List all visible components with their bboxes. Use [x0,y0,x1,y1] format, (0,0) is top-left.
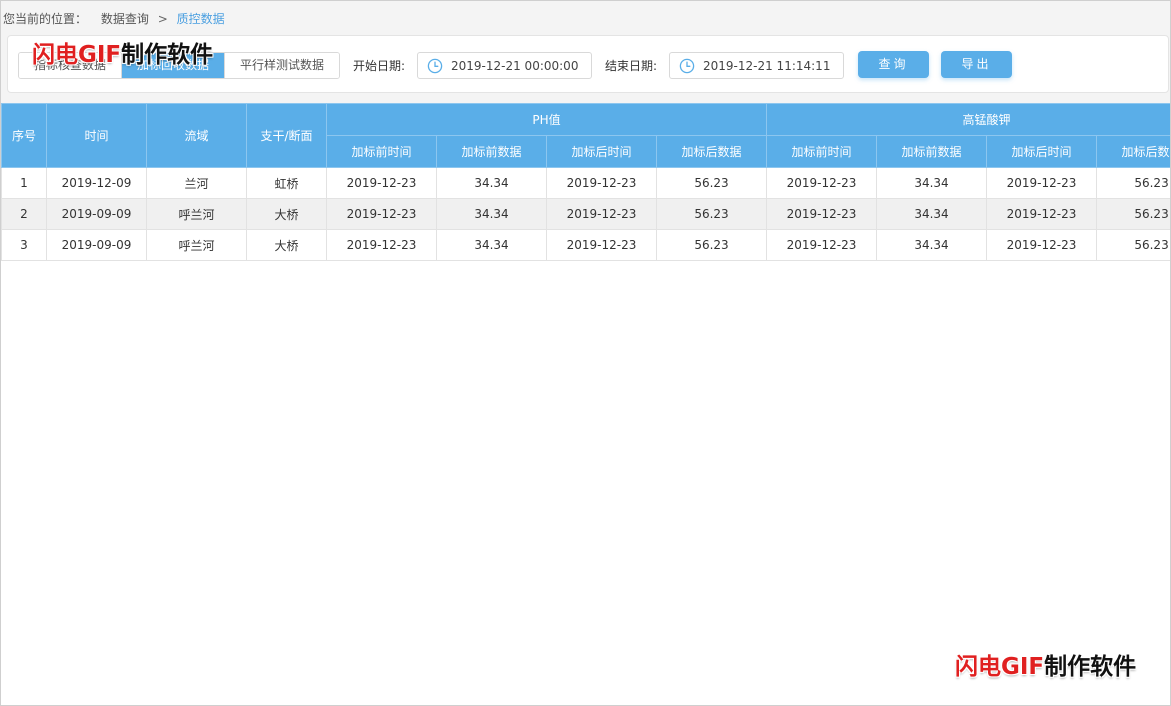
column-header-time: 时间 [46,103,147,168]
table-cell: 34.34 [876,229,988,261]
table-cell: 2019-09-09 [46,198,147,230]
table-cell: 2019-12-23 [986,229,1098,261]
app-frame: 您当前的位置： 数据查询 > 质控数据 指标核查数据 加标回收数据 平行样测试数… [0,0,1171,706]
table-cell: 3 [1,229,47,261]
column-group-kmno4: 高锰酸钾 [766,103,1170,136]
table-row[interactable]: 2 2019-09-09 呼兰河 大桥 2019-12-23 34.34 201… [1,198,1170,230]
clock-icon [427,58,443,73]
table-cell: 2019-12-23 [546,229,657,261]
table-row[interactable]: 1 2019-12-09 兰河 虹桥 2019-12-23 34.34 2019… [1,167,1170,199]
export-button[interactable]: 导出 [941,51,1012,78]
table-cell: 2019-12-23 [766,198,878,230]
watermark-brand: 闪电GIF [955,654,1045,680]
column-header-ph-after-time: 加标后时间 [546,135,657,168]
table-cell: 2 [1,198,47,230]
watermark-text: 制作软件 [121,42,214,68]
table-cell: 2019-09-09 [46,229,147,261]
table-cell: 2019-12-23 [766,167,878,199]
table-cell: 2019-12-23 [326,167,437,199]
column-group-ph: PH值 [325,103,768,136]
data-table: 序号 时间 流域 支干/断面 PH值 高锰酸钾 加标前时间 加标前数据 加标后时… [1,103,1170,261]
table-cell: 34.34 [876,167,988,199]
column-header-index: 序号 [1,103,47,168]
table-cell: 34.34 [436,198,547,230]
table-cell: 虹桥 [246,167,327,199]
table-cell: 1 [1,167,47,199]
table-cell: 34.34 [876,198,988,230]
table-cell: 56.23 [655,229,768,261]
watermark-brand: 闪电GIF [32,42,122,68]
clock-icon [679,58,695,73]
column-header-kmno4-before-data: 加标前数据 [876,135,988,168]
end-date-value: 2019-12-21 11:14:11 [703,58,831,73]
table-cell: 2019-12-23 [326,229,437,261]
table-cell: 兰河 [146,167,247,199]
breadcrumb-prefix: 您当前的位置： [3,12,88,26]
column-header-ph-after-data: 加标后数据 [655,135,768,168]
table-cell: 2019-12-09 [46,167,147,199]
end-date-input[interactable]: 2019-12-21 11:14:11 [669,52,844,79]
table-cell: 2019-12-23 [986,167,1098,199]
tab-parallel-sample[interactable]: 平行样测试数据 [224,53,340,78]
table-cell: 56.23 [1096,167,1170,199]
table-cell: 2019-12-23 [766,229,878,261]
breadcrumb-item-data-query[interactable]: 数据查询 [101,12,149,26]
table-cell: 34.34 [436,167,547,199]
breadcrumb: 您当前的位置： 数据查询 > 质控数据 [3,11,225,27]
start-date-value: 2019-12-21 00:00:00 [451,58,579,73]
table-cell: 大桥 [246,229,327,261]
table-cell: 大桥 [246,198,327,230]
column-header-kmno4-after-data: 加标后数据 [1096,135,1170,168]
table-cell: 2019-12-23 [546,167,657,199]
column-header-kmno4-after-time: 加标后时间 [986,135,1098,168]
table-row[interactable]: 3 2019-09-09 呼兰河 大桥 2019-12-23 34.34 201… [1,229,1170,261]
start-date-input[interactable]: 2019-12-21 00:00:00 [417,52,592,79]
table-cell: 2019-12-23 [986,198,1098,230]
column-header-basin: 流域 [146,103,247,168]
column-header-ph-before-data: 加标前数据 [436,135,547,168]
start-date-label: 开始日期: [353,59,406,73]
breadcrumb-separator: > [157,12,168,26]
watermark-bottom: 闪电GIF制作软件 [955,647,1136,681]
table-cell: 34.34 [436,229,547,261]
watermark-top: 闪电GIF制作软件 [32,35,213,69]
table-cell: 56.23 [1096,198,1170,230]
column-header-kmno4-before-time: 加标前时间 [766,135,878,168]
column-header-ph-before-time: 加标前时间 [326,135,437,168]
table-cell: 2019-12-23 [326,198,437,230]
table-cell: 56.23 [655,167,768,199]
end-date-label: 结束日期: [605,59,658,73]
table-cell: 56.23 [1096,229,1170,261]
table-cell: 2019-12-23 [546,198,657,230]
watermark-text: 制作软件 [1044,654,1137,680]
table-cell: 呼兰河 [146,198,247,230]
data-table-container[interactable]: 序号 时间 流域 支干/断面 PH值 高锰酸钾 加标前时间 加标前数据 加标后时… [1,103,1170,705]
table-cell: 呼兰河 [146,229,247,261]
column-header-section: 支干/断面 [246,103,327,168]
breadcrumb-item-current: 质控数据 [176,12,225,26]
table-cell: 56.23 [655,198,768,230]
query-button[interactable]: 查询 [858,51,929,78]
